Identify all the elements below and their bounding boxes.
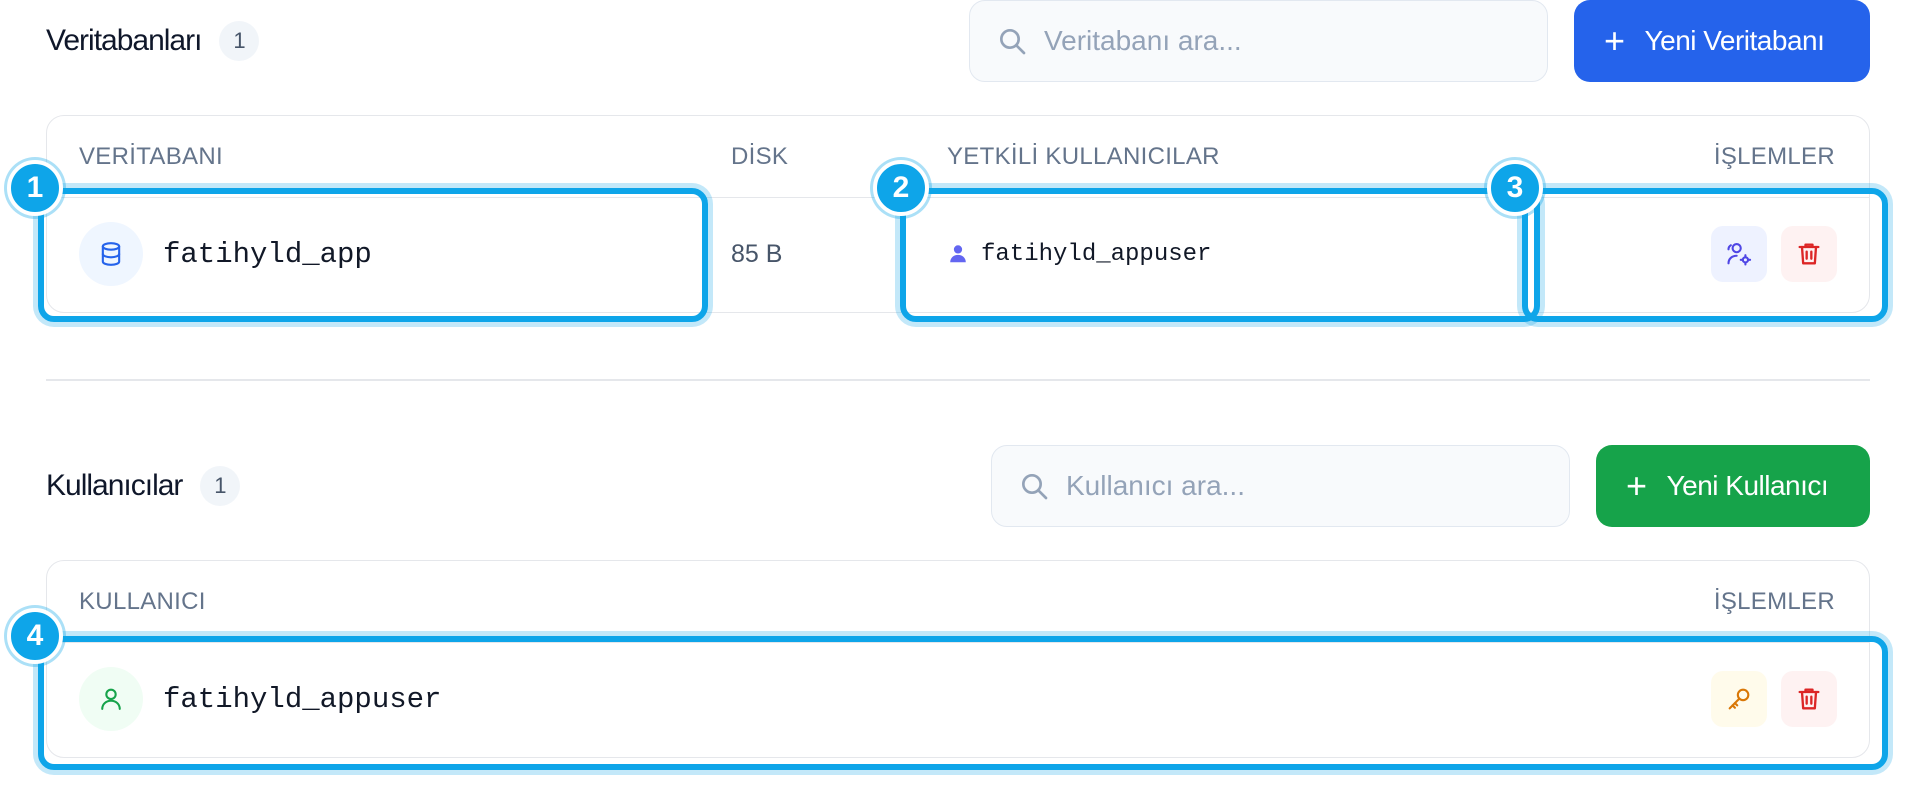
table-row: fatihyld_appuser bbox=[47, 643, 1869, 755]
authorized-user-name: fatihyld_appuser bbox=[981, 240, 1212, 268]
new-user-label: Yeni Kullanıcı bbox=[1666, 470, 1829, 501]
column-authorized-users: YETKİLİ KULLANICILAR bbox=[947, 143, 1220, 170]
marker-badge-3: 3 bbox=[1487, 160, 1543, 216]
change-password-button[interactable] bbox=[1711, 671, 1767, 727]
database-name: fatihyld_app bbox=[163, 237, 372, 271]
marker-badge-2: 2 bbox=[873, 160, 929, 216]
disk-cell: 85 B bbox=[731, 198, 782, 310]
key-icon bbox=[1728, 688, 1750, 710]
table-row: fatihyld_app 85 B fatihyld_appuser bbox=[47, 198, 1869, 310]
plus-icon: + bbox=[1626, 465, 1647, 506]
new-database-button[interactable]: + Yeni Veritabanı bbox=[1574, 0, 1870, 82]
users-table-header: KULLANICI İŞLEMLER bbox=[47, 561, 1869, 643]
databases-table: VERİTABANI DİSK YETKİLİ KULLANICILAR İŞL… bbox=[46, 115, 1870, 313]
users-count-badge: 1 bbox=[200, 466, 241, 506]
authorized-users-cell: fatihyld_appuser bbox=[947, 198, 1211, 310]
column-actions: İŞLEMLER bbox=[1713, 143, 1835, 170]
databases-count-badge: 1 bbox=[219, 21, 260, 61]
manage-users-button[interactable] bbox=[1711, 226, 1767, 282]
user-name: fatihyld_appuser bbox=[163, 682, 442, 716]
databases-header: Veritabanları 1 Veritabanı ara... + Yeni… bbox=[46, 0, 1870, 82]
delete-user-button[interactable] bbox=[1781, 671, 1837, 727]
database-search-placeholder: Veritabanı ara... bbox=[1044, 25, 1242, 56]
user-icon bbox=[79, 667, 143, 731]
users-gear-icon bbox=[1727, 243, 1752, 266]
section-divider bbox=[46, 379, 1870, 381]
database-actions-cell bbox=[1697, 198, 1837, 310]
delete-database-button[interactable] bbox=[1781, 226, 1837, 282]
search-icon bbox=[1022, 474, 1048, 500]
database-name-cell[interactable]: fatihyld_app bbox=[79, 198, 372, 310]
users-header: Kullanıcılar 1 Kullanıcı ara... + Yeni K… bbox=[46, 445, 1870, 527]
authorized-user-chip[interactable]: fatihyld_appuser bbox=[947, 241, 1211, 268]
new-database-label: Yeni Veritabanı bbox=[1644, 25, 1825, 56]
marker-badge-4: 4 bbox=[7, 608, 63, 664]
user-actions-cell bbox=[1697, 643, 1837, 755]
databases-table-header: VERİTABANI DİSK YETKİLİ KULLANICILAR İŞL… bbox=[47, 116, 1869, 198]
column-disk: DİSK bbox=[731, 143, 789, 170]
marker-badge-1: 1 bbox=[7, 160, 63, 216]
users-title: Kullanıcılar bbox=[46, 469, 183, 502]
plus-icon: + bbox=[1604, 20, 1625, 61]
search-icon bbox=[1000, 29, 1026, 55]
users-table: KULLANICI İŞLEMLER fatihyld_appuser bbox=[46, 560, 1870, 758]
user-search-input[interactable]: Kullanıcı ara... bbox=[991, 445, 1570, 527]
disk-size: 85 B bbox=[731, 239, 783, 268]
databases-title: Veritabanları bbox=[46, 24, 202, 57]
user-search-placeholder: Kullanıcı ara... bbox=[1066, 470, 1245, 501]
database-icon bbox=[79, 222, 143, 286]
column-database: VERİTABANI bbox=[79, 143, 223, 170]
user-name-cell[interactable]: fatihyld_appuser bbox=[79, 643, 441, 755]
trash-icon bbox=[1798, 243, 1820, 265]
column-user: KULLANICI bbox=[79, 588, 206, 615]
new-user-button[interactable]: + Yeni Kullanıcı bbox=[1596, 445, 1870, 527]
user-icon bbox=[950, 245, 966, 263]
database-search-input[interactable]: Veritabanı ara... bbox=[969, 0, 1548, 82]
column-actions: İŞLEMLER bbox=[1713, 588, 1835, 615]
trash-icon bbox=[1798, 688, 1820, 710]
